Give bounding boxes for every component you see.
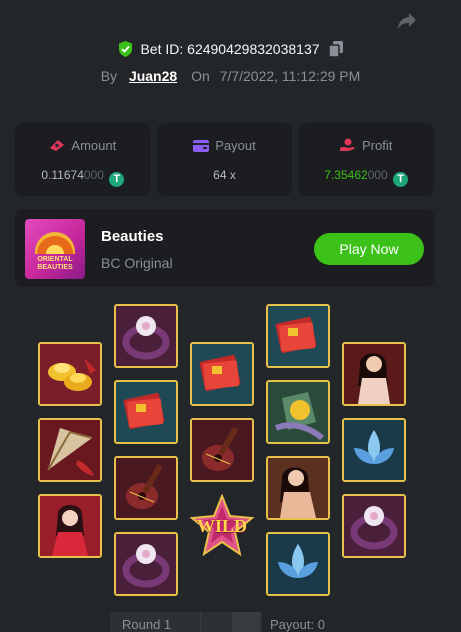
lute-symbol	[114, 456, 178, 520]
lute-symbol	[190, 418, 254, 482]
slot-reels: WILD	[0, 0, 461, 626]
ring-symbol	[114, 304, 178, 368]
lady-red-symbol	[38, 494, 102, 558]
lady-nude-symbol	[342, 342, 406, 406]
ring-symbol	[342, 494, 406, 558]
clock-symbol	[266, 380, 330, 444]
wild-label: WILD	[196, 516, 247, 536]
fan-symbol	[266, 304, 330, 368]
round-selector[interactable]: Round 1	[110, 612, 262, 632]
fan-symbol	[38, 418, 102, 482]
round-label: Round 1	[122, 617, 172, 632]
round-payout: Payout: 0	[270, 617, 325, 632]
lotus-symbol	[342, 418, 406, 482]
fan-symbol	[190, 342, 254, 406]
fan-symbol	[114, 380, 178, 444]
gold-ingots-symbol	[38, 342, 102, 406]
lotus-symbol	[266, 532, 330, 596]
chevron-down-icon[interactable]	[200, 612, 225, 632]
lady-nude-symbol	[266, 456, 330, 520]
round-stepper[interactable]	[232, 612, 260, 632]
ring-symbol	[114, 532, 178, 596]
wild-symbol: WILD	[188, 493, 256, 560]
